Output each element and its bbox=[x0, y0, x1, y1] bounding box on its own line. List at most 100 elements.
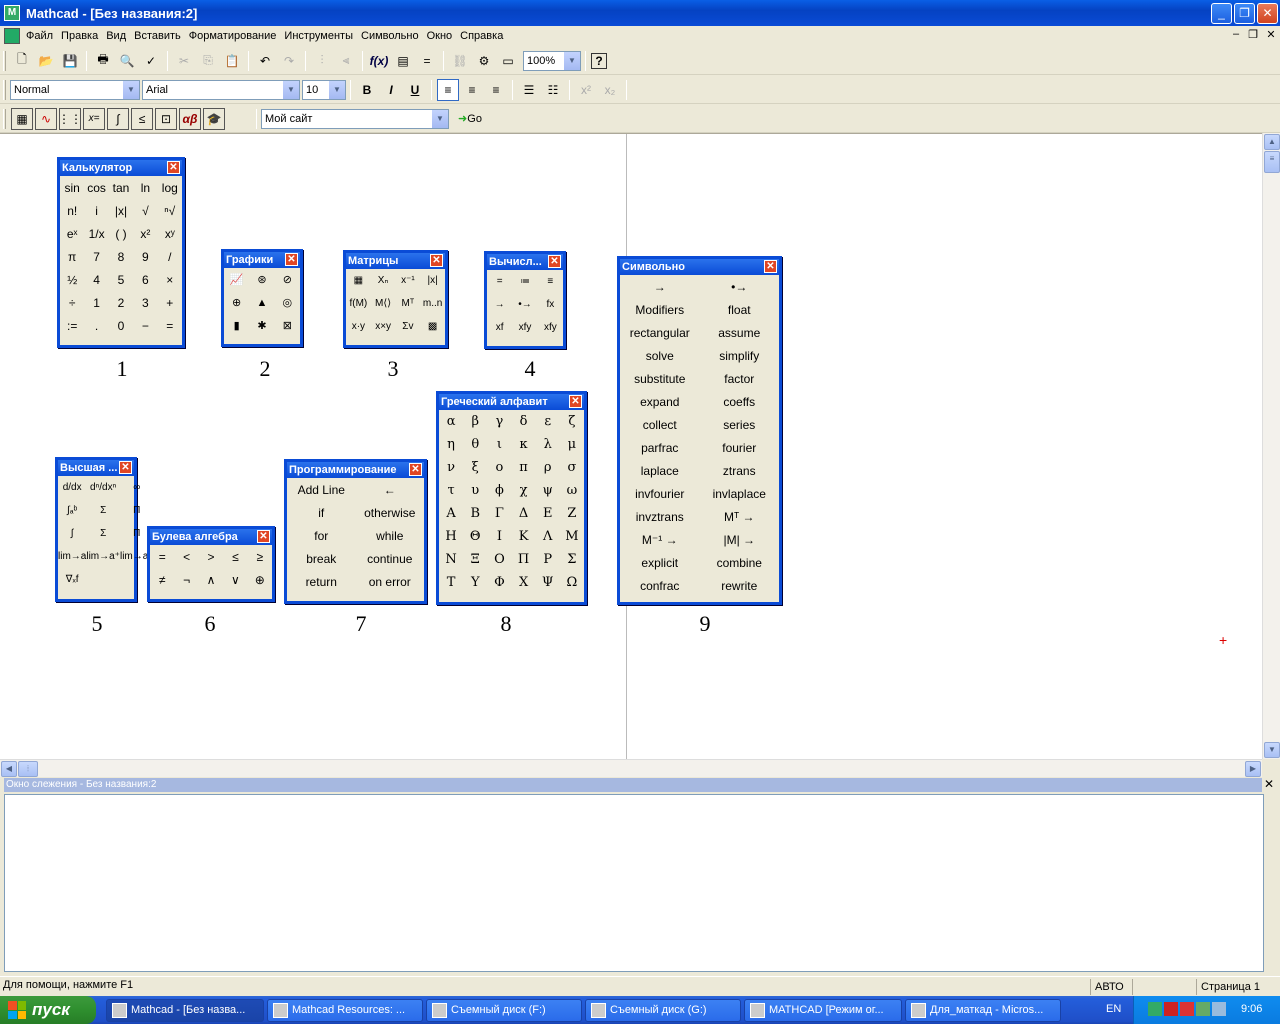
task-word-dlya-matkad[interactable]: Для_маткад - Micros... bbox=[905, 999, 1061, 1022]
scroll-up-icon[interactable]: ▲ bbox=[1264, 134, 1280, 150]
go-button[interactable]: ➜ Go bbox=[450, 108, 490, 130]
graphs-palette-button[interactable]: 📈 bbox=[224, 268, 249, 291]
calculator-palette-button[interactable]: 0 bbox=[109, 314, 133, 337]
toolbar-grip[interactable] bbox=[3, 50, 6, 71]
programming-palette-button[interactable]: while bbox=[356, 524, 425, 547]
symbolic-palette-button[interactable]: explicit bbox=[620, 551, 700, 574]
symbolic-palette-button[interactable]: combine bbox=[700, 551, 780, 574]
greek-palette-button[interactable]: Ζ bbox=[560, 502, 584, 525]
bullets-icon[interactable]: ☰ bbox=[518, 79, 540, 101]
evaluation-palette-button[interactable]: = bbox=[487, 270, 512, 293]
boolean-palette-button[interactable]: ≥ bbox=[248, 545, 272, 568]
greek-palette-button[interactable]: Μ bbox=[560, 525, 584, 548]
matrices-palette-button[interactable]: f(M) bbox=[346, 292, 371, 315]
menu-window[interactable]: Окно bbox=[423, 30, 457, 42]
greek-palette-button[interactable]: Φ bbox=[487, 571, 511, 594]
chevron-down-icon[interactable]: ▼ bbox=[329, 80, 345, 99]
restore-button[interactable]: ❐ bbox=[1234, 3, 1255, 24]
evaluation-palette-button[interactable]: ≔ bbox=[512, 270, 537, 293]
greek-palette-button[interactable]: Λ bbox=[536, 525, 560, 548]
align-right-icon[interactable]: ≡ bbox=[485, 79, 507, 101]
greek-palette-button[interactable]: Β bbox=[463, 502, 487, 525]
evaluation-palette-button[interactable]: → bbox=[487, 293, 512, 316]
menu-format[interactable]: Форматирование bbox=[185, 30, 281, 42]
greek-palette-button[interactable]: ο bbox=[487, 456, 511, 479]
greek-palette-button[interactable]: Π bbox=[511, 548, 535, 571]
calculus-toolbar-icon[interactable]: ∫ bbox=[107, 107, 129, 130]
evaluation-palette-button[interactable]: xfy bbox=[538, 316, 563, 339]
calculator-palette-button[interactable]: 1 bbox=[84, 291, 108, 314]
symbolic-palette-button[interactable]: M⁻¹ → bbox=[620, 528, 700, 551]
calculator-palette-button[interactable]: x² bbox=[133, 222, 157, 245]
close-icon[interactable]: ✕ bbox=[430, 254, 443, 267]
greek-palette-button[interactable]: ψ bbox=[536, 479, 560, 502]
greek-palette-button[interactable]: λ bbox=[536, 433, 560, 456]
boolean-palette-button[interactable]: ∨ bbox=[223, 568, 247, 591]
underline-button[interactable]: U bbox=[404, 79, 426, 101]
boolean-palette-button[interactable]: ≤ bbox=[223, 545, 247, 568]
programming-palette-button[interactable]: on error bbox=[356, 570, 425, 593]
greek-palette-button[interactable]: Κ bbox=[511, 525, 535, 548]
greek-palette-button[interactable]: Δ bbox=[511, 502, 535, 525]
insert-function-icon[interactable]: f(x) bbox=[368, 50, 390, 72]
matrices-palette-button[interactable]: |x| bbox=[420, 269, 445, 292]
symbolic-palette-button[interactable]: collect bbox=[620, 413, 700, 436]
palette-titlebar[interactable]: Символьно ✕ bbox=[620, 259, 779, 275]
greek-palette-button[interactable]: Χ bbox=[511, 571, 535, 594]
symbolic-palette-button[interactable]: rectangular bbox=[620, 321, 700, 344]
programming-palette-button[interactable]: continue bbox=[356, 547, 425, 570]
programming-palette-button[interactable]: for bbox=[287, 524, 356, 547]
calculus-palette-button[interactable]: dⁿ/dxⁿ bbox=[86, 476, 120, 499]
calculator-palette-button[interactable]: := bbox=[60, 314, 84, 337]
greek-palette-button[interactable]: Τ bbox=[439, 571, 463, 594]
evaluation-palette-button[interactable]: xfy bbox=[512, 316, 537, 339]
symbolic-palette-button[interactable]: rewrite bbox=[700, 574, 780, 597]
calculator-palette-button[interactable]: ( ) bbox=[109, 222, 133, 245]
greek-palette-button[interactable]: Ψ bbox=[536, 571, 560, 594]
greek-palette-button[interactable]: Η bbox=[439, 525, 463, 548]
vertical-scrollbar[interactable]: ▲ ≡ ▼ bbox=[1262, 133, 1280, 759]
cut-icon[interactable]: ✂ bbox=[173, 50, 195, 72]
subscript-icon[interactable]: x₂ bbox=[599, 79, 621, 101]
symbolic-palette-button[interactable]: expand bbox=[620, 390, 700, 413]
boolean-palette-button[interactable]: ∧ bbox=[199, 568, 223, 591]
symbolic-palette-button[interactable]: series bbox=[700, 413, 780, 436]
copy-icon[interactable]: ⎘ bbox=[197, 50, 219, 72]
palette-titlebar[interactable]: Булева алгебра ✕ bbox=[150, 529, 272, 545]
chevron-down-icon[interactable]: ▼ bbox=[123, 80, 139, 99]
programming-palette-button[interactable]: break bbox=[287, 547, 356, 570]
calculator-palette-button[interactable]: eˣ bbox=[60, 222, 84, 245]
insert-unit-icon[interactable]: ▤ bbox=[392, 50, 414, 72]
boolean-palette-button[interactable]: ⊕ bbox=[248, 568, 272, 591]
programming-palette-button[interactable]: return bbox=[287, 570, 356, 593]
calculator-palette-button[interactable]: log bbox=[158, 176, 182, 199]
symbolic-palette-button[interactable]: invztrans bbox=[620, 505, 700, 528]
greek-palette-button[interactable]: Ο bbox=[487, 548, 511, 571]
greek-palette-button[interactable]: α bbox=[439, 410, 463, 433]
greek-palette-button[interactable]: κ bbox=[511, 433, 535, 456]
help-icon[interactable]: ? bbox=[591, 52, 607, 69]
redo-icon[interactable]: ↷ bbox=[278, 50, 300, 72]
greek-palette-button[interactable]: γ bbox=[487, 410, 511, 433]
graphs-palette-button[interactable]: ⊛ bbox=[249, 268, 274, 291]
calculator-palette-button[interactable]: |x| bbox=[109, 199, 133, 222]
palette-titlebar[interactable]: Матрицы ✕ bbox=[346, 253, 445, 269]
greek-toolbar-icon[interactable]: αβ bbox=[179, 107, 201, 130]
matrices-palette-button[interactable]: Xₙ bbox=[371, 269, 396, 292]
greek-palette-button[interactable]: ξ bbox=[463, 456, 487, 479]
symbolic-palette-button[interactable]: simplify bbox=[700, 344, 780, 367]
calculator-palette-button[interactable]: 2 bbox=[109, 291, 133, 314]
greek-palette-button[interactable]: χ bbox=[511, 479, 535, 502]
component-wizard-icon[interactable]: ⚙ bbox=[473, 50, 495, 72]
graphs-palette-button[interactable]: ▲ bbox=[249, 291, 274, 314]
symbolic-palette-button[interactable]: Mᵀ → bbox=[700, 505, 780, 528]
greek-palette-button[interactable]: Ε bbox=[536, 502, 560, 525]
scroll-thumb[interactable]: ≡ bbox=[1264, 151, 1280, 173]
task-mathcad[interactable]: Mathcad - [Без назва... bbox=[106, 999, 264, 1022]
align-across-icon[interactable]: ⫶ bbox=[311, 50, 333, 72]
calculator-palette-button[interactable]: + bbox=[158, 291, 182, 314]
tray-antivirus-icon[interactable] bbox=[1164, 1002, 1178, 1016]
matrices-palette-button[interactable]: Mᵀ bbox=[396, 292, 421, 315]
palette-titlebar[interactable]: Калькулятор ✕ bbox=[60, 160, 182, 176]
symbolic-palette-button[interactable]: ztrans bbox=[700, 459, 780, 482]
